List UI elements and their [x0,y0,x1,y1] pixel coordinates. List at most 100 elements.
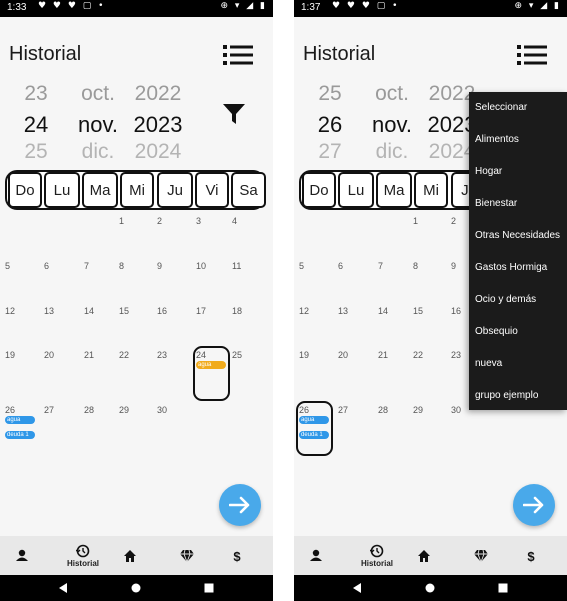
calendar-day-22[interactable]: 22 [119,350,129,360]
filter-icon[interactable] [222,103,246,125]
weekday-do[interactable]: Do [8,172,42,208]
weekday-sa[interactable]: Sa [231,172,266,208]
picker-month[interactable]: nov. [70,112,126,138]
calendar-day-7[interactable]: 7 [378,261,383,271]
selected-day-outline[interactable] [296,401,333,456]
picker-row-1[interactable]: 23 oct. 2022 [0,82,210,108]
picker-day[interactable]: 25 [14,140,58,164]
next-button[interactable] [219,484,261,526]
calendar-day-15[interactable]: 15 [119,306,129,316]
nav-history[interactable]: Historial [349,536,405,575]
menu-item[interactable]: grupo ejemplo [475,390,538,401]
calendar-day-19[interactable]: 19 [5,350,15,360]
picker-month[interactable]: dic. [70,140,126,164]
selected-day-outline[interactable] [193,346,230,401]
calendar-day-6[interactable]: 6 [338,261,343,271]
calendar-day-20[interactable]: 20 [44,350,54,360]
calendar-day-16[interactable]: 16 [451,306,461,316]
calendar-day-5[interactable]: 5 [299,261,304,271]
nav-person[interactable] [10,536,34,575]
picker-day[interactable]: 25 [308,82,352,106]
picker-year[interactable]: 2024 [128,140,188,164]
picker-day[interactable]: 24 [14,112,58,138]
nav-dollar[interactable]: $ [519,536,543,575]
calendar-day-6[interactable]: 6 [44,261,49,271]
calendar-day-13[interactable]: 13 [338,306,348,316]
calendar-day-7[interactable]: 7 [84,261,89,271]
nav-home[interactable] [412,536,436,575]
back-icon[interactable] [58,583,68,593]
weekday-mi[interactable]: Mi [414,172,448,208]
calendar-day-1[interactable]: 1 [413,216,418,226]
calendar-day-26[interactable]: 26 [5,405,15,415]
event-chip[interactable]: deuda 1 [5,431,35,439]
calendar-day-27[interactable]: 27 [338,405,348,415]
calendar-day-29[interactable]: 29 [413,405,423,415]
calendar-day-1[interactable]: 1 [119,216,124,226]
calendar-day-17[interactable]: 17 [196,306,206,316]
calendar-day-21[interactable]: 21 [84,350,94,360]
next-button[interactable] [513,484,555,526]
weekday-ma[interactable]: Ma [376,172,412,208]
calendar-day-23[interactable]: 23 [157,350,167,360]
calendar-day-8[interactable]: 8 [413,261,418,271]
calendar-day-18[interactable]: 18 [232,306,242,316]
calendar-day-20[interactable]: 20 [338,350,348,360]
picker-month[interactable]: oct. [70,82,126,106]
weekday-do[interactable]: Do [302,172,336,208]
date-picker[interactable]: 23 oct. 2022 24 nov. 2023 25 dic. 2024 [0,82,210,164]
home-circle-icon[interactable] [425,583,435,593]
picker-month[interactable]: oct. [364,82,420,106]
picker-day[interactable]: 23 [14,82,58,106]
back-icon[interactable] [352,583,362,593]
menu-item[interactable]: Hogar [475,166,502,177]
calendar-day-22[interactable]: 22 [413,350,423,360]
weekday-vi[interactable]: Vi [195,172,229,208]
calendar-day-12[interactable]: 12 [299,306,309,316]
calendar-day-13[interactable]: 13 [44,306,54,316]
weekday-lu[interactable]: Lu [338,172,374,208]
weekday-mi[interactable]: Mi [120,172,154,208]
calendar-day-30[interactable]: 30 [451,405,461,415]
nav-gem[interactable] [175,536,199,575]
menu-item[interactable]: Obsequio [475,326,518,337]
nav-person[interactable] [304,536,328,575]
menu-item[interactable]: Otras Necesidades [475,230,560,241]
calendar-day-29[interactable]: 29 [119,405,129,415]
calendar-day-2[interactable]: 2 [451,216,456,226]
calendar-day-23[interactable]: 23 [451,350,461,360]
menu-item[interactable]: Ocio y demás [475,294,536,305]
calendar-day-4[interactable]: 4 [232,216,237,226]
calendar-day-14[interactable]: 14 [378,306,388,316]
event-chip[interactable]: agua [299,416,329,424]
event-chip[interactable]: agua [196,361,226,369]
calendar-day-11[interactable]: 11 [232,261,241,271]
nav-home[interactable] [118,536,142,575]
calendar-day-16[interactable]: 16 [157,306,167,316]
home-circle-icon[interactable] [131,583,141,593]
calendar-day-9[interactable]: 9 [451,261,456,271]
list-icon[interactable] [517,44,547,66]
nav-dollar[interactable]: $ [225,536,249,575]
weekday-ju[interactable]: Ju [157,172,193,208]
calendar-day-2[interactable]: 2 [157,216,162,226]
menu-item[interactable]: nueva [475,358,502,369]
event-chip[interactable]: deuda 1 [299,431,329,439]
nav-gem[interactable] [469,536,493,575]
picker-month[interactable]: nov. [364,112,420,138]
calendar-day-30[interactable]: 30 [157,405,167,415]
picker-year[interactable]: 2022 [128,82,188,106]
calendar-day-19[interactable]: 19 [299,350,309,360]
event-chip[interactable]: agua [5,416,35,424]
menu-item[interactable]: Seleccionar [475,102,527,113]
calendar-day-28[interactable]: 28 [378,405,388,415]
picker-day[interactable]: 26 [308,112,352,138]
recents-icon[interactable] [204,583,214,593]
calendar-day-21[interactable]: 21 [378,350,388,360]
nav-history[interactable]: Historial [55,536,111,575]
list-icon[interactable] [223,44,253,66]
picker-day[interactable]: 27 [308,140,352,164]
recents-icon[interactable] [498,583,508,593]
calendar-day-25[interactable]: 25 [232,350,242,360]
picker-month[interactable]: dic. [364,140,420,164]
